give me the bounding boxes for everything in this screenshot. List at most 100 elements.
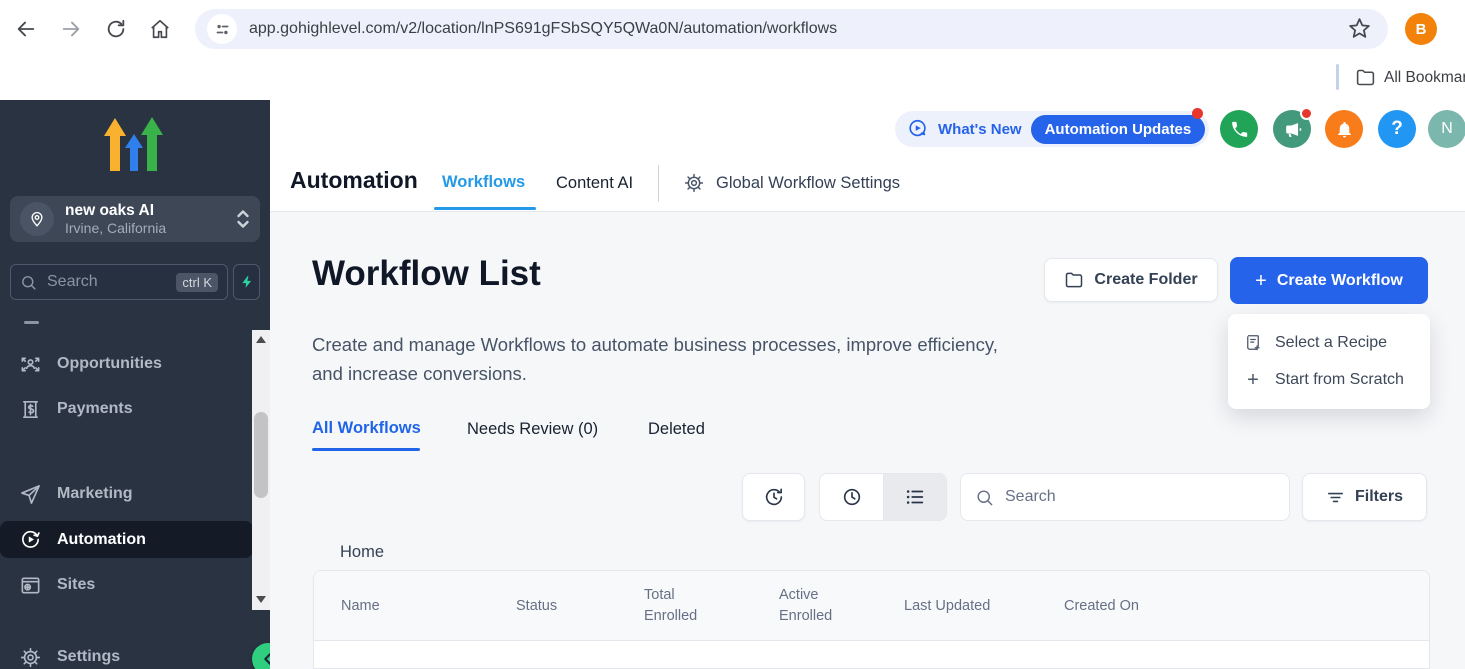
site-info-icon[interactable] — [207, 14, 237, 44]
column-header-name: Name — [314, 598, 516, 614]
truncated-menu-icon — [24, 321, 39, 324]
sites-icon — [19, 574, 42, 597]
paper-plane-icon — [19, 483, 42, 506]
column-header-active-enrolled: Active Enrolled — [779, 585, 904, 627]
scrollbar-up-arrow[interactable] — [256, 336, 266, 343]
column-header-status: Status — [516, 598, 644, 614]
workflow-search-input[interactable] — [1003, 487, 1275, 507]
browser-reload-icon[interactable] — [105, 18, 127, 40]
sidebar-item-label: Settings — [57, 648, 120, 666]
sidebar-item-label: Payments — [57, 400, 133, 418]
scrollbar-thumb[interactable] — [254, 412, 268, 498]
bookmark-star-icon[interactable] — [1347, 16, 1372, 41]
sidebar-item-label: Automation — [57, 531, 146, 549]
gohighlevel-logo — [103, 115, 167, 171]
scrollbar-down-arrow[interactable] — [256, 596, 266, 603]
tab-needs-review[interactable]: Needs Review (0) — [467, 420, 598, 439]
tab-content-ai[interactable]: Content AI — [556, 174, 633, 193]
phone-button[interactable] — [1220, 110, 1258, 148]
plus-icon: + — [1255, 271, 1267, 291]
phone-icon — [1230, 120, 1249, 139]
browser-profile-avatar[interactable]: B — [1405, 13, 1437, 45]
create-workflow-dropdown: Select a Recipe + Start from Scratch — [1228, 314, 1430, 409]
page-subtitle: Create and manage Workflows to automate … — [312, 330, 1017, 388]
enrollment-history-button[interactable] — [742, 473, 805, 521]
clock-history-icon — [763, 486, 785, 508]
clock-icon — [841, 486, 863, 508]
dropdown-item-start-scratch[interactable]: + Start from Scratch — [1228, 361, 1430, 398]
table-body — [314, 641, 1429, 668]
sidebar-item-payments[interactable]: Payments — [0, 392, 250, 426]
question-mark-icon: ? — [1391, 118, 1403, 140]
sidebar-item-sites[interactable]: Sites — [0, 568, 250, 602]
quick-actions-button[interactable] — [233, 264, 260, 300]
account-location: Irvine, California — [65, 220, 166, 237]
announcements-notification-dot — [1300, 107, 1313, 120]
global-workflow-settings-link[interactable]: Global Workflow Settings — [716, 174, 900, 193]
updates-notification-dot — [1192, 108, 1203, 119]
dropdown-item-label: Start from Scratch — [1275, 371, 1404, 389]
sidebar-item-label: Sites — [57, 576, 95, 594]
tab-all-workflows[interactable]: All Workflows — [312, 419, 421, 438]
folder-icon — [1064, 270, 1084, 290]
search-icon — [20, 274, 37, 291]
plus-icon: + — [1244, 370, 1262, 390]
avatar-initial: N — [1441, 120, 1453, 138]
filter-icon — [1326, 488, 1345, 507]
account-switcher[interactable]: new oaks AI Irvine, California — [10, 196, 260, 242]
browser-forward-icon[interactable] — [60, 18, 82, 40]
filters-button[interactable]: Filters — [1302, 473, 1427, 521]
browser-home-icon[interactable] — [149, 18, 171, 40]
location-pin-icon — [20, 202, 54, 236]
search-icon — [975, 488, 994, 507]
create-workflow-button[interactable]: + Create Workflow — [1230, 257, 1428, 304]
tab-deleted[interactable]: Deleted — [648, 420, 705, 439]
header-divider — [658, 165, 659, 202]
filters-label: Filters — [1355, 488, 1403, 506]
global-settings-gear-icon[interactable] — [683, 172, 705, 194]
automation-updates-badge[interactable]: Automation Updates — [1031, 115, 1206, 144]
chevron-up-down-icon — [236, 208, 250, 230]
bookmarks-divider — [1336, 64, 1339, 90]
sidebar-item-automation[interactable]: Automation — [0, 521, 253, 558]
breadcrumb-home[interactable]: Home — [340, 543, 384, 562]
whats-new-label: What's New — [938, 121, 1022, 138]
create-folder-button[interactable]: Create Folder — [1044, 258, 1218, 302]
list-view-button[interactable] — [883, 474, 946, 520]
help-button[interactable]: ? — [1378, 110, 1416, 148]
gohighlevel-app-window: app.gohighlevel.com/v2/location/lnPS691g… — [0, 0, 1465, 669]
sidebar: new oaks AI Irvine, California ctrl K Op… — [0, 100, 270, 669]
dropdown-item-label: Select a Recipe — [1275, 334, 1387, 352]
payments-icon — [19, 398, 42, 421]
bell-icon — [1335, 120, 1354, 139]
opportunities-icon — [19, 353, 42, 376]
user-avatar[interactable]: N — [1428, 110, 1465, 148]
account-text: new oaks AI Irvine, California — [65, 201, 166, 237]
browser-toolbar: app.gohighlevel.com/v2/location/lnPS691g… — [0, 0, 1465, 56]
table-header-row: Name Status Total Enrolled Active Enroll… — [314, 571, 1429, 641]
sidebar-item-label: Opportunities — [57, 355, 162, 373]
notifications-button[interactable] — [1325, 110, 1363, 148]
browser-back-icon[interactable] — [15, 18, 37, 40]
sidebar-item-label: Marketing — [57, 485, 133, 503]
sidebar-search-input[interactable] — [45, 272, 176, 292]
view-toggle — [819, 473, 947, 521]
bookmarks-folder-icon[interactable] — [1355, 67, 1376, 88]
page-title: Workflow List — [312, 254, 541, 294]
sidebar-item-marketing[interactable]: Marketing — [0, 477, 250, 511]
tab-workflows-underline — [434, 207, 536, 210]
workflow-search[interactable] — [960, 473, 1290, 521]
dropdown-item-select-recipe[interactable]: Select a Recipe — [1228, 324, 1430, 361]
page-section-title: Automation — [290, 167, 418, 194]
sidebar-search[interactable]: ctrl K — [10, 264, 228, 300]
whats-new-pill[interactable]: What's New Automation Updates — [895, 111, 1209, 147]
address-bar[interactable]: app.gohighlevel.com/v2/location/lnPS691g… — [195, 9, 1388, 49]
tab-all-workflows-underline — [312, 448, 420, 451]
all-bookmarks-label[interactable]: All Bookmarks — [1384, 69, 1465, 87]
tab-workflows[interactable]: Workflows — [442, 173, 525, 192]
sidebar-item-opportunities[interactable]: Opportunities — [0, 347, 250, 381]
pending-view-button[interactable] — [820, 474, 883, 520]
column-header-last-updated: Last Updated — [904, 598, 1064, 614]
column-header-created-on: Created On — [1064, 598, 1264, 614]
sidebar-item-settings[interactable]: Settings — [0, 640, 250, 669]
